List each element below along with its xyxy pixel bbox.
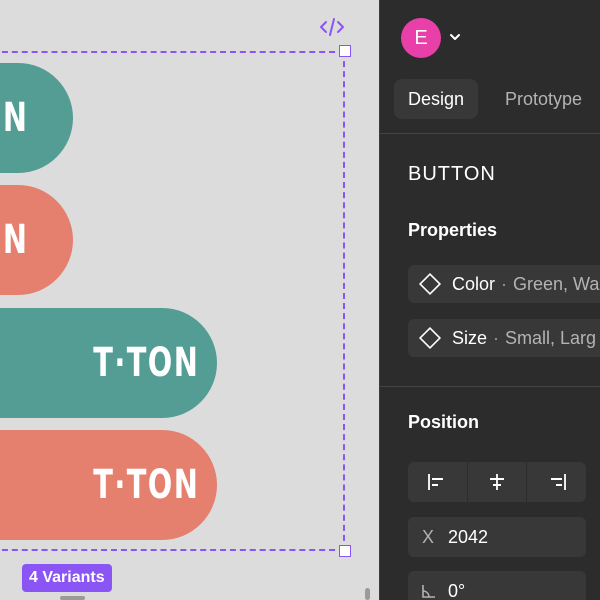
button-variant-green-small[interactable]: N	[0, 63, 73, 173]
align-left-button[interactable]	[408, 462, 468, 502]
design-canvas[interactable]: N N T·TON T·TON 4 Variants	[0, 0, 379, 600]
properties-section-title: Properties	[408, 220, 498, 240]
button-variant-label: T·TON	[92, 340, 199, 386]
x-position-field[interactable]: X 2042	[408, 517, 586, 557]
x-label: X	[421, 526, 434, 547]
button-variant-label: N	[2, 217, 28, 263]
property-values: Small, Larg	[505, 327, 597, 348]
tab-design[interactable]: Design	[394, 79, 479, 119]
button-variant-salmon-large[interactable]: T·TON	[0, 430, 217, 540]
separator-dot: ·	[501, 273, 508, 294]
x-value: 2042	[448, 526, 489, 547]
diamond-icon	[418, 272, 442, 296]
diamond-icon	[418, 326, 442, 350]
property-color[interactable]: Color · Green, Wa	[408, 265, 600, 303]
property-values: Green, Wa	[513, 273, 600, 294]
properties-panel: E Design Prototype BUTTON Properties Col…	[379, 0, 600, 600]
rotation-field[interactable]: 0°	[408, 571, 586, 600]
rotation-icon	[408, 582, 448, 600]
align-center-icon	[490, 474, 504, 490]
align-horizontal-center-button[interactable]	[468, 462, 528, 502]
user-initial: E	[414, 26, 428, 49]
horizontal-scrollbar[interactable]	[60, 596, 85, 600]
code-icon[interactable]	[319, 16, 345, 38]
button-variant-salmon-small[interactable]: N	[0, 185, 73, 295]
resize-handle-top-right[interactable]	[339, 45, 351, 57]
resize-handle-bottom-right[interactable]	[339, 545, 351, 557]
property-size[interactable]: Size · Small, Larg	[408, 319, 600, 357]
alignment-controls	[408, 462, 586, 502]
component-name[interactable]: BUTTON	[408, 163, 496, 186]
align-right-icon	[550, 474, 566, 490]
divider	[380, 386, 600, 387]
rotation-value: 0°	[448, 580, 466, 600]
divider	[380, 133, 600, 134]
user-avatar[interactable]: E	[401, 18, 441, 58]
button-variant-green-large[interactable]: T·TON	[0, 308, 217, 418]
align-left-icon	[428, 474, 444, 490]
property-name: Size	[452, 327, 488, 348]
button-variant-label: T·TON	[92, 462, 199, 508]
variants-count-badge: 4 Variants	[22, 564, 112, 592]
tab-prototype[interactable]: Prototype	[491, 79, 596, 119]
chevron-down-icon[interactable]	[448, 30, 462, 44]
position-section-title: Position	[408, 412, 479, 432]
button-variant-label: N	[2, 95, 28, 141]
property-name: Color	[452, 273, 496, 294]
align-right-button[interactable]	[527, 462, 586, 502]
separator-dot: ·	[493, 327, 500, 348]
vertical-scrollbar[interactable]	[365, 588, 370, 600]
